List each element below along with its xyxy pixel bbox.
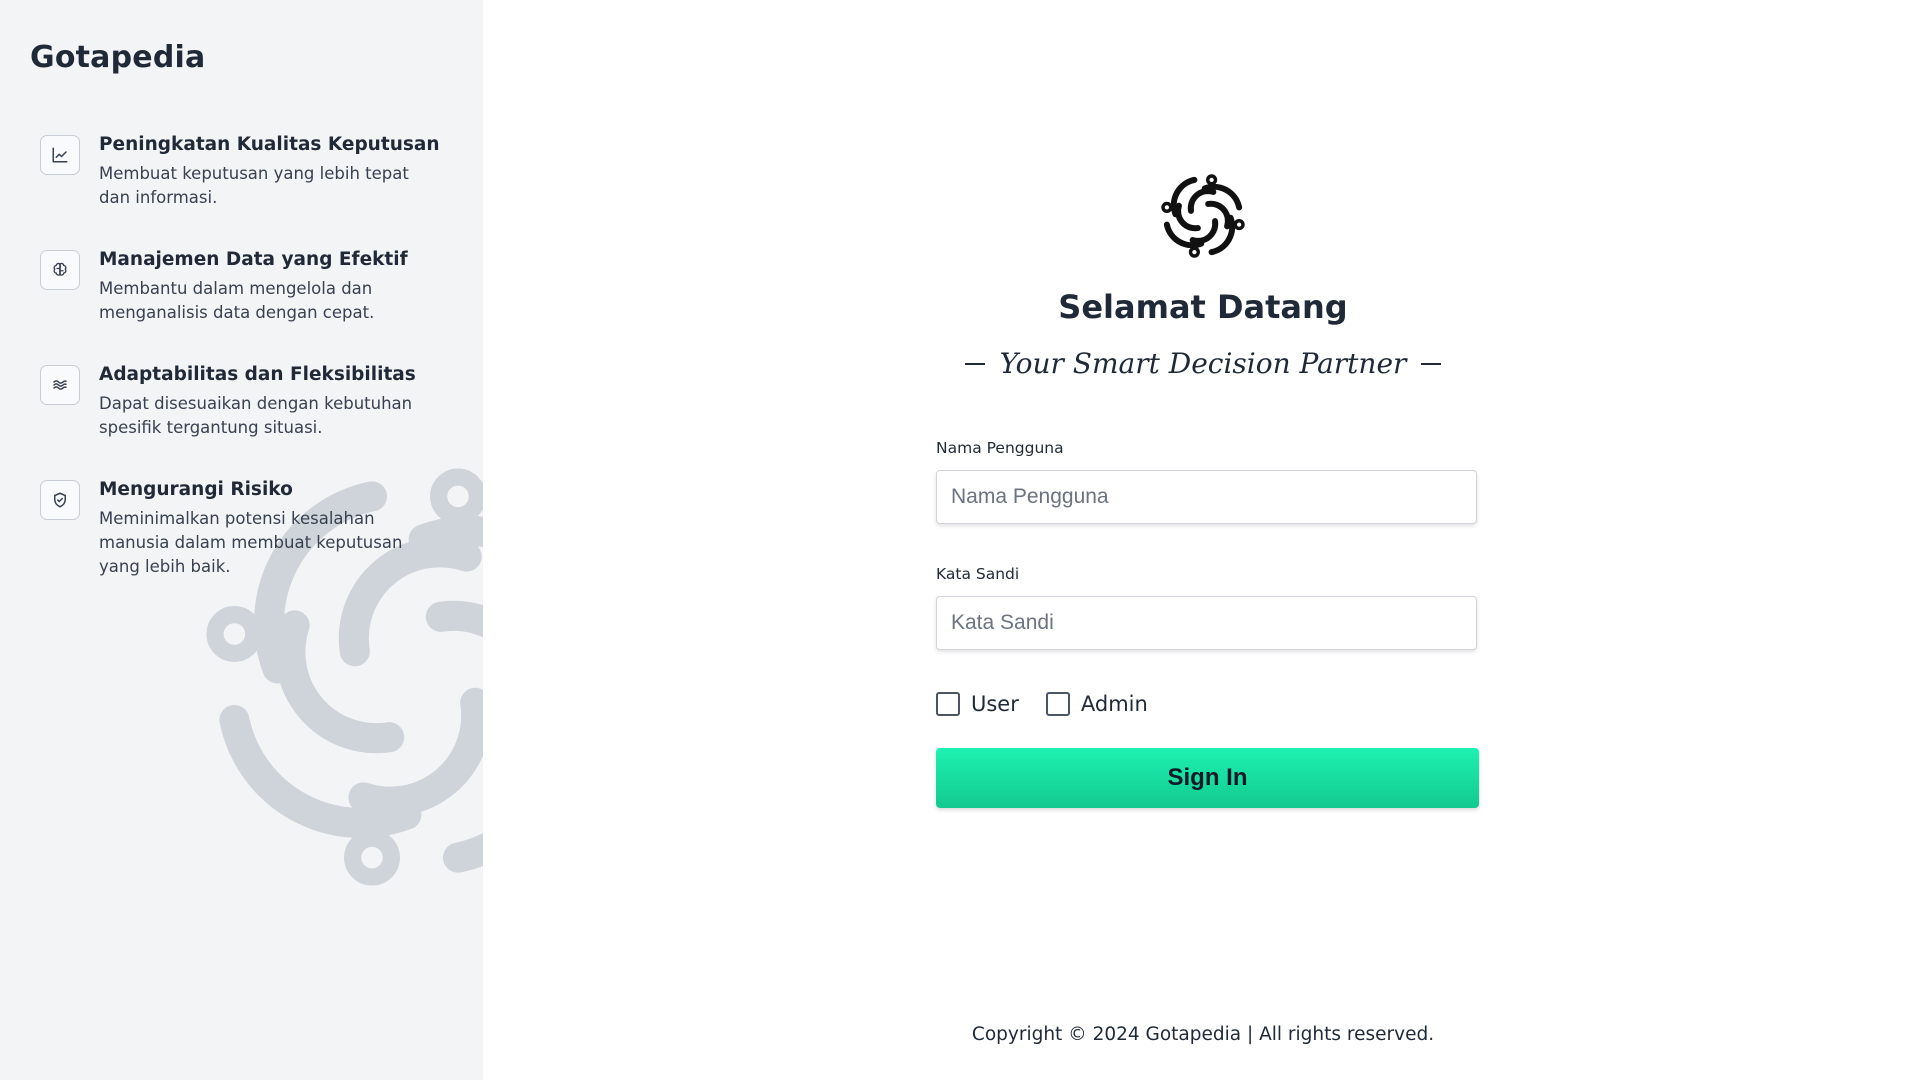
username-input[interactable] xyxy=(936,470,1477,524)
role-admin[interactable]: Admin xyxy=(1045,692,1148,716)
feature-description: Meminimalkan potensi kesalahan manusia d… xyxy=(99,509,403,576)
login-panel: Selamat Datang Your Smart Decision Partn… xyxy=(483,0,1920,1080)
tagline-dash-left xyxy=(964,362,985,365)
trending-up-icon xyxy=(40,135,80,175)
waves-icon xyxy=(40,365,80,405)
feature-list: Peningkatan Kualitas Keputusan Membuat k… xyxy=(40,130,440,614)
user-checkbox-label[interactable]: User xyxy=(971,692,1019,716)
brand-name: Gotapedia xyxy=(30,40,206,75)
copyright-text: Copyright © 2024 Gotapedia | All rights … xyxy=(971,1024,1435,1045)
feature-title: Manajemen Data yang Efektif xyxy=(99,249,408,270)
feature-item: Mengurangi Risiko Meminimalkan potensi k… xyxy=(40,475,440,579)
role-selector: User Admin xyxy=(936,692,1479,716)
sign-in-button[interactable]: Sign In xyxy=(936,748,1479,808)
password-input[interactable] xyxy=(936,596,1477,650)
feature-description: Membuat keputusan yang lebih tepat dan i… xyxy=(99,164,409,207)
welcome-heading: Selamat Datang xyxy=(1058,288,1348,326)
username-label: Nama Pengguna xyxy=(936,439,1064,457)
feature-item: Peningkatan Kualitas Keputusan Membuat k… xyxy=(40,130,440,210)
feature-description: Dapat disesuaikan dengan kebutuhan spesi… xyxy=(99,394,413,437)
sidebar: Gotapedia Peningkatan Kualitas Keputusan… xyxy=(0,0,483,1080)
feature-item: Adaptabilitas dan Fleksibilitas Dapat di… xyxy=(40,360,440,440)
feature-item: Manajemen Data yang Efektif Membantu dal… xyxy=(40,245,440,325)
password-label: Kata Sandi xyxy=(936,565,1020,583)
user-checkbox[interactable] xyxy=(936,692,960,716)
swirl-logo-icon xyxy=(1161,174,1245,258)
admin-checkbox-label[interactable]: Admin xyxy=(1081,692,1148,716)
feature-title: Adaptabilitas dan Fleksibilitas xyxy=(99,364,416,385)
tagline-dash-right xyxy=(1421,362,1442,365)
role-user[interactable]: User xyxy=(936,692,1019,716)
tagline: Your Smart Decision Partner xyxy=(999,347,1407,380)
feature-description: Membantu dalam mengelola dan menganalisi… xyxy=(99,279,375,322)
feature-title: Peningkatan Kualitas Keputusan xyxy=(99,134,440,155)
tagline-row: Your Smart Decision Partner xyxy=(483,347,1920,380)
feature-title: Mengurangi Risiko xyxy=(99,479,293,500)
admin-checkbox[interactable] xyxy=(1045,692,1070,716)
shield-check-icon xyxy=(40,480,80,520)
brain-icon xyxy=(40,250,80,290)
login-form: Nama Pengguna Kata Sandi User Admin Sign… xyxy=(936,438,1479,808)
